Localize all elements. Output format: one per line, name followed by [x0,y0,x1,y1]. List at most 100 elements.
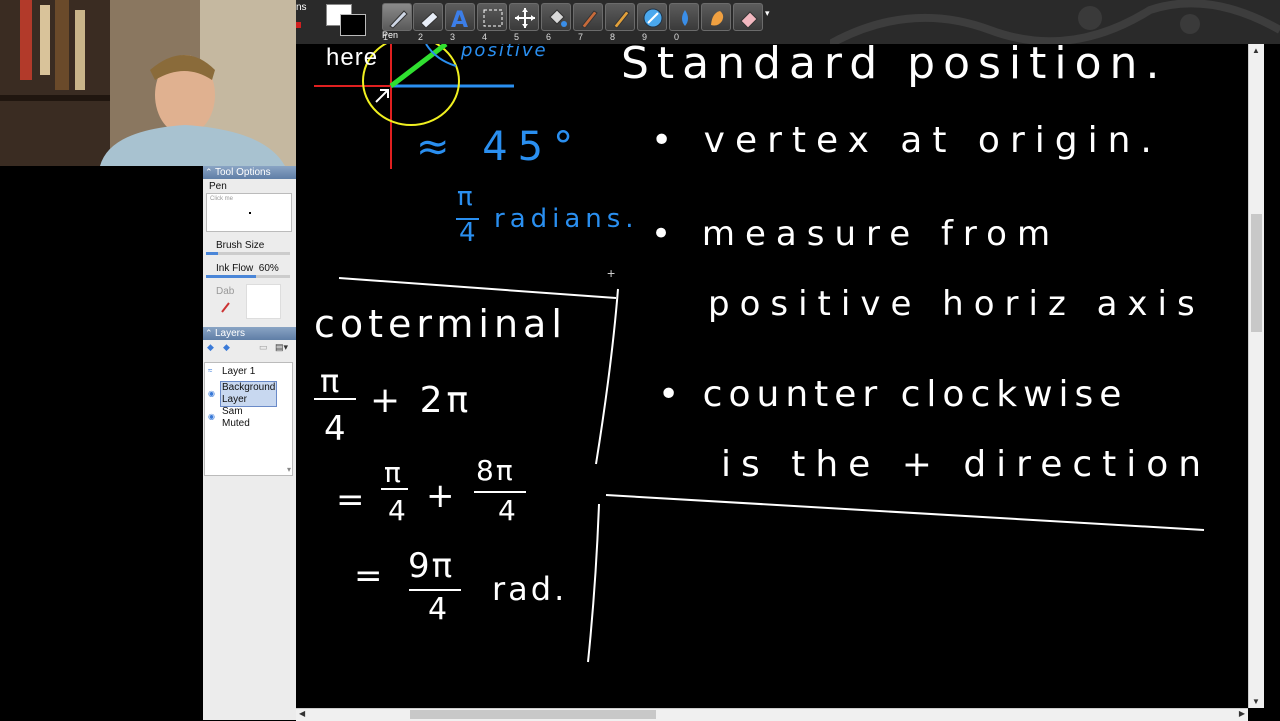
drawing-canvas[interactable]: here positive ≈ 45° π 4 radians. Standar… [296,44,1248,708]
scroll-right-icon[interactable]: ▶ [1239,709,1245,718]
layer-row-selected[interactable]: Background Layer [220,381,277,407]
tool-eyedropper[interactable]: 9 [637,3,667,42]
layer-name: Sam Muted [222,406,250,429]
eq2-a-numerator: π [384,456,401,489]
eq2-a-denominator: 4 [388,494,406,527]
eye-icon[interactable]: ≈ [208,366,212,375]
move-layer-up-icon[interactable]: ◆ [207,342,214,353]
webcam-overlay [0,0,296,166]
horizontal-scroll-thumb[interactable] [410,710,656,719]
tool-number: 0 [674,32,680,42]
delete-layer-icon[interactable]: ▭ [259,342,268,353]
brush-icon [581,10,598,29]
terminal-side-green-stroke [389,44,448,88]
move-layer-down-icon[interactable]: ◆ [223,342,230,353]
tool-marker[interactable]: 8 [605,3,635,42]
brush-size-label: Brush Size [216,240,265,251]
note-positive: positive [461,44,548,61]
layers-title: Layers [215,328,246,339]
window-edge [1264,44,1280,720]
list-scroll-down-icon[interactable]: ▾ [287,465,291,474]
vertical-scroll-thumb[interactable] [1251,214,1262,332]
tool-eraser[interactable] [733,3,763,31]
layers-list: ≈ Layer 1 Background Layer ◉ ◉ Sam Muted… [204,362,293,476]
eq2-equals: = [336,480,365,520]
tool-brush[interactable]: 7 [573,3,603,42]
paint-bucket-icon [549,9,567,27]
note-approx-degrees: ≈ 45° [416,124,584,170]
collapse-chevron-icon: ⌃ [205,167,213,177]
layer-row[interactable]: ≈ Layer 1 [205,366,285,378]
brush-size-slider[interactable] [206,252,290,255]
scroll-down-icon[interactable]: ▼ [1252,697,1260,706]
tool-number: 4 [482,32,488,42]
move-icon [515,8,535,28]
tool-options-header[interactable]: ⌃ Tool Options [203,166,296,179]
layer-row[interactable]: ◉ Sam Muted [205,406,285,430]
layers-header[interactable]: ⌃ Layers [203,327,296,340]
eq3-denominator: 4 [428,592,448,627]
dab-label: Dab [216,286,235,297]
scroll-up-icon[interactable]: ▲ [1252,46,1260,55]
eq3-equals: = [354,556,383,596]
tool-paint-bucket[interactable]: 6 [541,3,571,42]
vertical-scrollbar[interactable]: ▲ ▼ [1248,44,1265,708]
layer-name: Background Layer [222,382,276,405]
bullet-counter-clockwise: • counter clockwise [658,374,1128,415]
tool-number: 2 [418,32,424,42]
pen-icon [389,10,408,29]
brush-preview[interactable]: Click me [206,193,292,232]
dab-brush-icon[interactable] [221,300,231,313]
highlighter-icon [420,11,439,29]
layer-menu-icon[interactable]: ▤▾ [275,342,288,353]
arrow-stroke [375,89,389,103]
webcam-image [0,0,296,166]
divider-bottom-right [605,494,1205,531]
eq2-b-numerator: 8π [476,454,515,487]
divider-vertical-lower [587,503,600,663]
tool-number: 6 [546,32,552,42]
ink-flow-label: Ink Flow 60% [216,263,279,274]
layer-name: Layer 1 [222,366,256,377]
tool-number: 8 [610,32,616,42]
eye-icon[interactable]: ◉ [208,412,215,421]
dab-preview[interactable] [246,284,281,319]
note-radians: radians. [494,204,639,234]
tool-smudge[interactable] [701,3,731,31]
eq1-rest: + 2π [370,380,473,421]
selection-icon [483,9,503,27]
tool-blur[interactable]: 0 [669,3,699,42]
text-icon: A [451,8,468,29]
eq2-b-denominator: 4 [498,494,516,527]
note-pi-numerator: π [457,182,473,212]
bullet-measure-continued: positive horiz axis [708,284,1205,324]
tool-selection[interactable]: 4 [477,3,507,42]
tool-pen[interactable]: 1 [382,3,412,42]
ink-flow-value: 60% [258,263,279,274]
preview-hint: Click me [210,196,234,202]
tool-text[interactable]: A 3 [445,3,475,42]
layers-toolbar: ◆ ◆ ▭ ▤▾ [203,342,296,356]
tool-number: 5 [514,32,520,42]
heading-standard-position: Standard position. [621,44,1168,89]
background-color-swatch[interactable] [340,14,366,36]
toolbar: ns 1 Pen 2 A 3 4 5 6 7 8 9 0 ▾ [296,0,1280,44]
ink-flow-slider[interactable] [206,275,290,278]
tool-move[interactable]: 5 [509,3,539,42]
eq2-plus: + [426,476,455,516]
tools-dropdown-arrow-icon[interactable]: ▾ [765,8,770,19]
eq1-numerator: π [320,362,340,400]
svg-text:A: A [451,8,468,29]
marker-icon [613,10,630,29]
scroll-left-icon[interactable]: ◀ [299,709,305,718]
bullet-measure: • measure from [651,214,1061,254]
blur-icon [682,10,688,26]
bullet-vertex: • vertex at origin. [651,120,1162,161]
tool-highlighter[interactable]: 2 [413,3,443,42]
empty-area [0,166,203,720]
eyedropper-icon [643,8,663,28]
smudge-icon [711,11,724,26]
eye-icon[interactable]: ◉ [208,389,215,398]
tab-red-marker [296,22,301,28]
partial-tab-label[interactable]: ns [296,2,307,13]
